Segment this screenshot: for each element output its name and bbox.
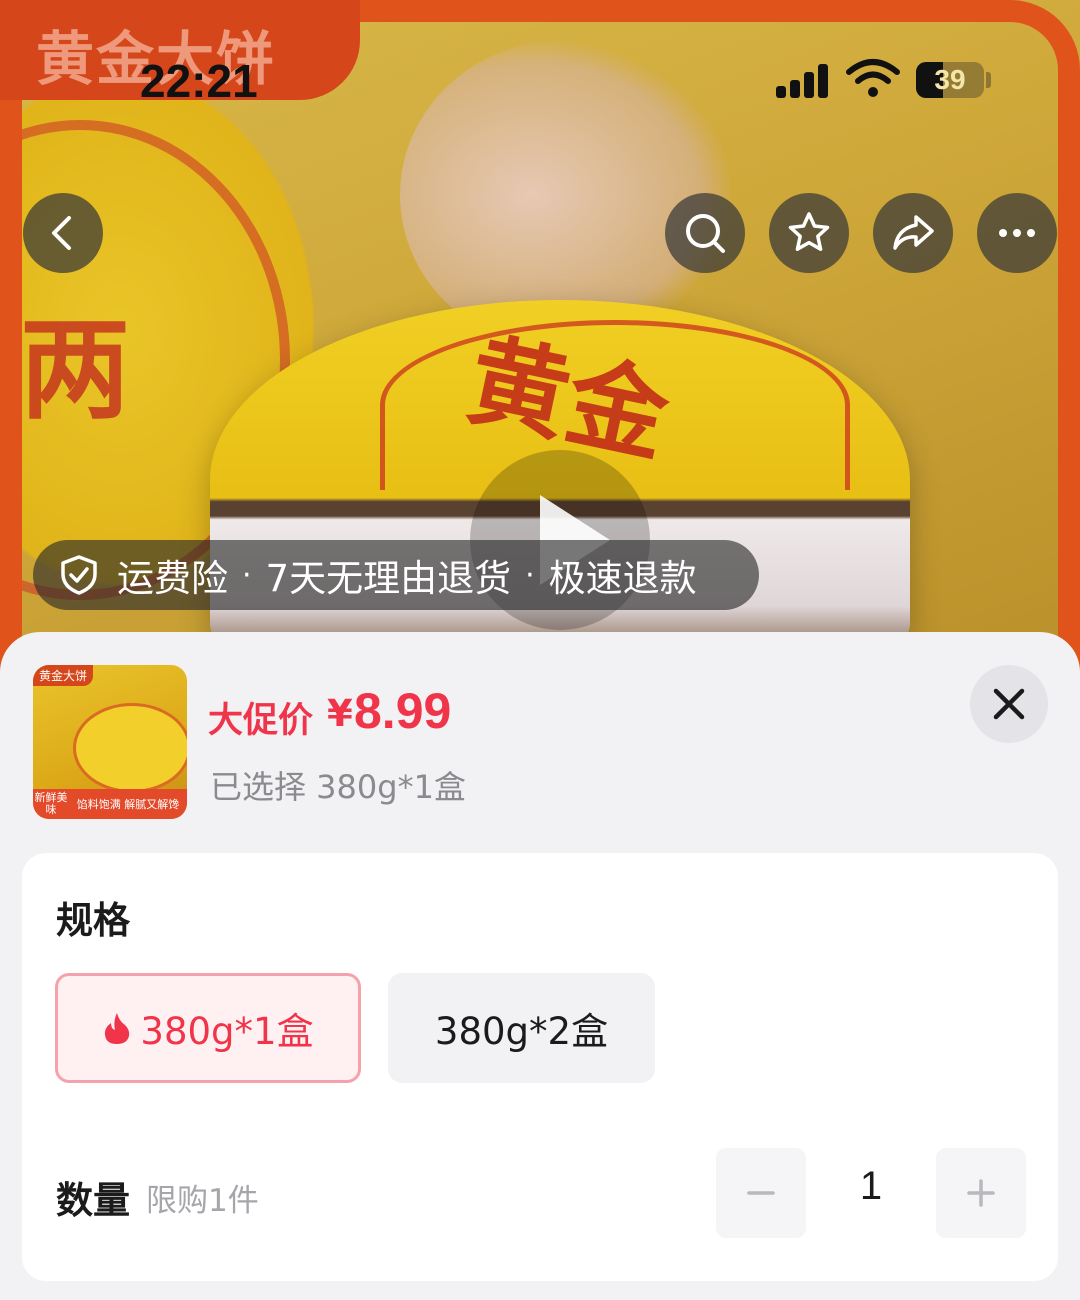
battery-level: 39 [934,64,966,95]
back-icon [52,216,71,250]
service-separator: · [525,557,535,593]
favorite-button[interactable] [769,193,849,273]
star-icon [788,212,830,251]
search-button[interactable] [665,193,745,273]
service-guarantee-bar[interactable]: 运费险 · 7天无理由退货 · 极速退款 [33,540,759,610]
cake-side-stamp: 两 [20,305,130,434]
service-7day-return: 7天无理由退货 [265,557,512,600]
wifi-icon [846,58,900,98]
price-value: 8.99 [354,683,452,739]
battery-tip [986,72,991,88]
close-button[interactable] [970,665,1048,743]
close-icon [993,688,1025,720]
spec-option-label: 380g*2盒 [434,1010,609,1053]
product-thumbnail[interactable]: 黄金大饼 新鲜美味 馅料饱满 解腻又解馋 [33,665,187,819]
service-fast-refund: 极速退款 [548,557,697,600]
share-icon [893,215,934,250]
quantity-value[interactable]: 1 [826,1164,916,1209]
shield-check-icon [61,555,97,595]
flame-icon [105,1013,130,1044]
service-separator: · [242,557,252,593]
selected-spec-text: 已选择 380g*1盒 [210,768,466,806]
thumb-tag-right: 馅料饱满 解腻又解馋 [76,798,180,811]
thumb-cake-image [73,703,187,793]
spec-title: 规格 [56,899,130,942]
thumb-tag-left: 新鲜美味 [34,791,68,816]
thumb-brand: 黄金大饼 [33,665,94,686]
plus-icon [967,1179,995,1207]
price-currency: ¥ [327,692,353,735]
spec-option-label: 380g*1盒 [140,1010,314,1053]
quantity-title: 数量 [56,1179,130,1222]
more-button[interactable] [977,193,1057,273]
service-freight-insurance: 运费险 [117,557,228,600]
search-icon [686,214,725,253]
thumb-tag: 新鲜美味 馅料饱满 解腻又解馋 [33,789,187,819]
spec-option-380g-1box[interactable]: 380g*1盒 [55,973,361,1083]
price-label: 大促价 [208,701,314,741]
more-icon [999,229,1035,237]
share-button[interactable] [873,193,953,273]
decrement-button[interactable] [716,1148,806,1238]
minus-icon [747,1191,775,1195]
cellular-signal-icon [776,64,830,98]
back-button[interactable] [23,193,103,273]
spec-option-380g-2box[interactable]: 380g*2盒 [388,973,655,1083]
quantity-limit: 限购1件 [146,1183,259,1219]
battery-icon: 39 [916,62,984,98]
increment-button[interactable] [936,1148,1026,1238]
status-time: 22:21 [140,55,258,107]
